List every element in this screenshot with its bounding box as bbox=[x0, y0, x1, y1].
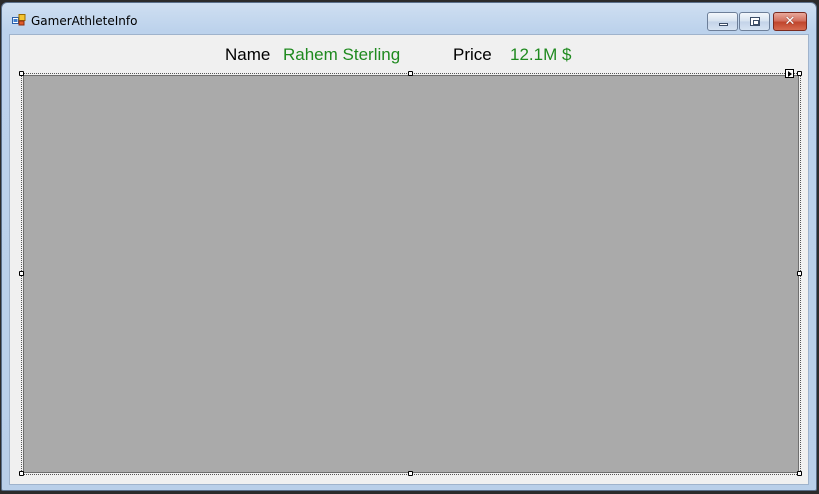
form-client-area: Name Rahem Sterling Price 12.1M $ bbox=[9, 34, 809, 485]
smart-tag-arrow-icon[interactable] bbox=[785, 69, 794, 78]
resize-handle-top-middle[interactable] bbox=[408, 71, 413, 76]
selection-border bbox=[21, 73, 801, 475]
price-value: 12.1M $ bbox=[510, 45, 572, 64]
app-window: GamerAthleteInfo ✕ Name Rahem Sterling P… bbox=[1, 2, 817, 491]
close-icon: ✕ bbox=[784, 14, 796, 29]
minimize-icon bbox=[719, 23, 728, 26]
maximize-icon bbox=[750, 17, 760, 26]
minimize-button[interactable] bbox=[707, 12, 738, 31]
price-label: Price bbox=[453, 45, 492, 64]
resize-handle-bottom-right[interactable] bbox=[797, 471, 802, 476]
title-bar[interactable]: GamerAthleteInfo ✕ bbox=[2, 3, 816, 33]
resize-handle-middle-right[interactable] bbox=[797, 271, 802, 276]
caption-buttons: ✕ bbox=[707, 12, 807, 31]
resize-handle-bottom-left[interactable] bbox=[19, 471, 24, 476]
resize-handle-middle-left[interactable] bbox=[19, 271, 24, 276]
forms-app-icon bbox=[12, 14, 26, 26]
resize-handle-top-left[interactable] bbox=[19, 71, 24, 76]
name-label: Name bbox=[225, 45, 271, 64]
resize-handle-bottom-middle[interactable] bbox=[408, 471, 413, 476]
window-title: GamerAthleteInfo bbox=[31, 14, 138, 28]
name-value: Rahem Sterling bbox=[283, 45, 401, 64]
maximize-button[interactable] bbox=[739, 12, 770, 31]
resize-handle-top-right[interactable] bbox=[797, 71, 802, 76]
close-button[interactable]: ✕ bbox=[773, 12, 807, 31]
